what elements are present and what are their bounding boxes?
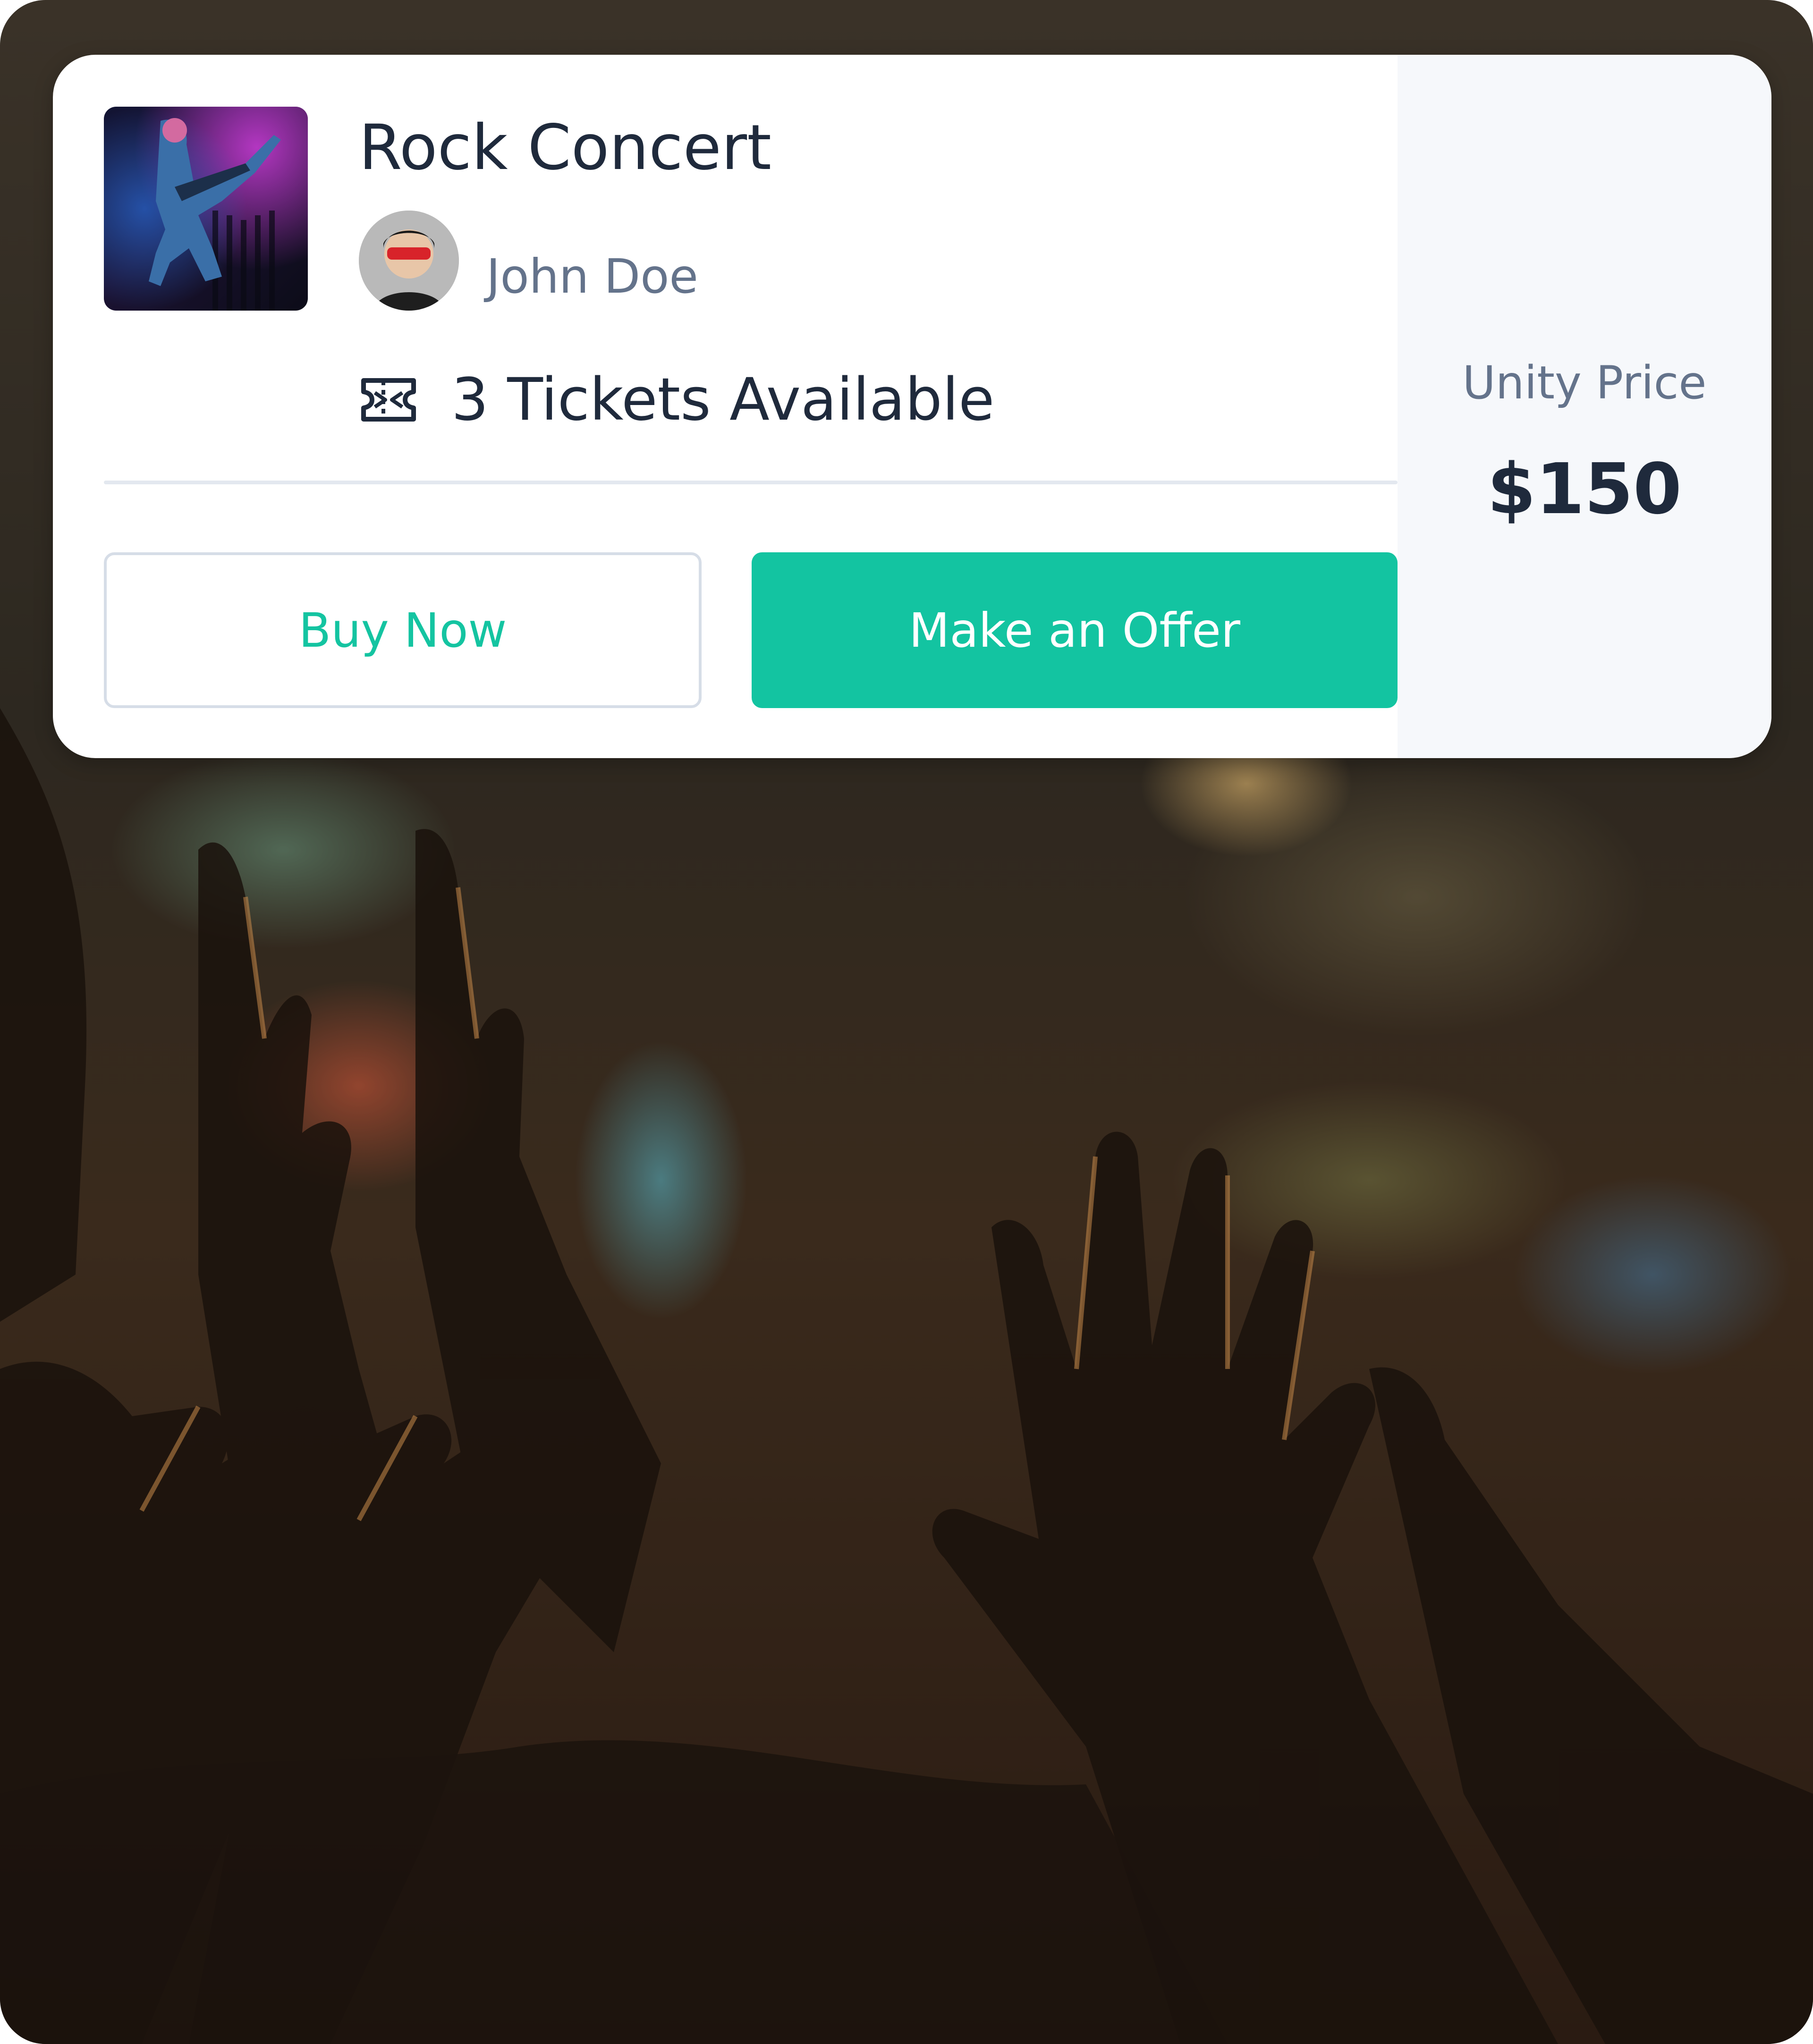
ticket-listing-card: Rock Concert John Doe 3 Tickets Availabl… [53, 55, 1771, 758]
make-offer-button[interactable]: Make an Offer [752, 552, 1398, 708]
buy-now-button[interactable]: Buy Now [104, 552, 702, 708]
unit-price-value: $150 [1487, 448, 1682, 530]
unit-price-label: Unity Price [1462, 356, 1707, 409]
seller-name[interactable]: John Doe [486, 246, 698, 307]
seller-avatar [359, 211, 459, 311]
concert-background-photo: Rock Concert John Doe 3 Tickets Availabl… [0, 0, 1813, 2044]
tickets-available: 3 Tickets Available [451, 366, 995, 434]
divider [104, 481, 1398, 484]
event-thumbnail [104, 107, 308, 311]
guitarist-image [104, 107, 308, 311]
event-title: Rock Concert [359, 111, 771, 184]
ticket-icon [361, 378, 416, 422]
price-panel: Unity Price $150 [1398, 55, 1771, 758]
listing-details: Rock Concert John Doe 3 Tickets Availabl… [53, 55, 1398, 758]
